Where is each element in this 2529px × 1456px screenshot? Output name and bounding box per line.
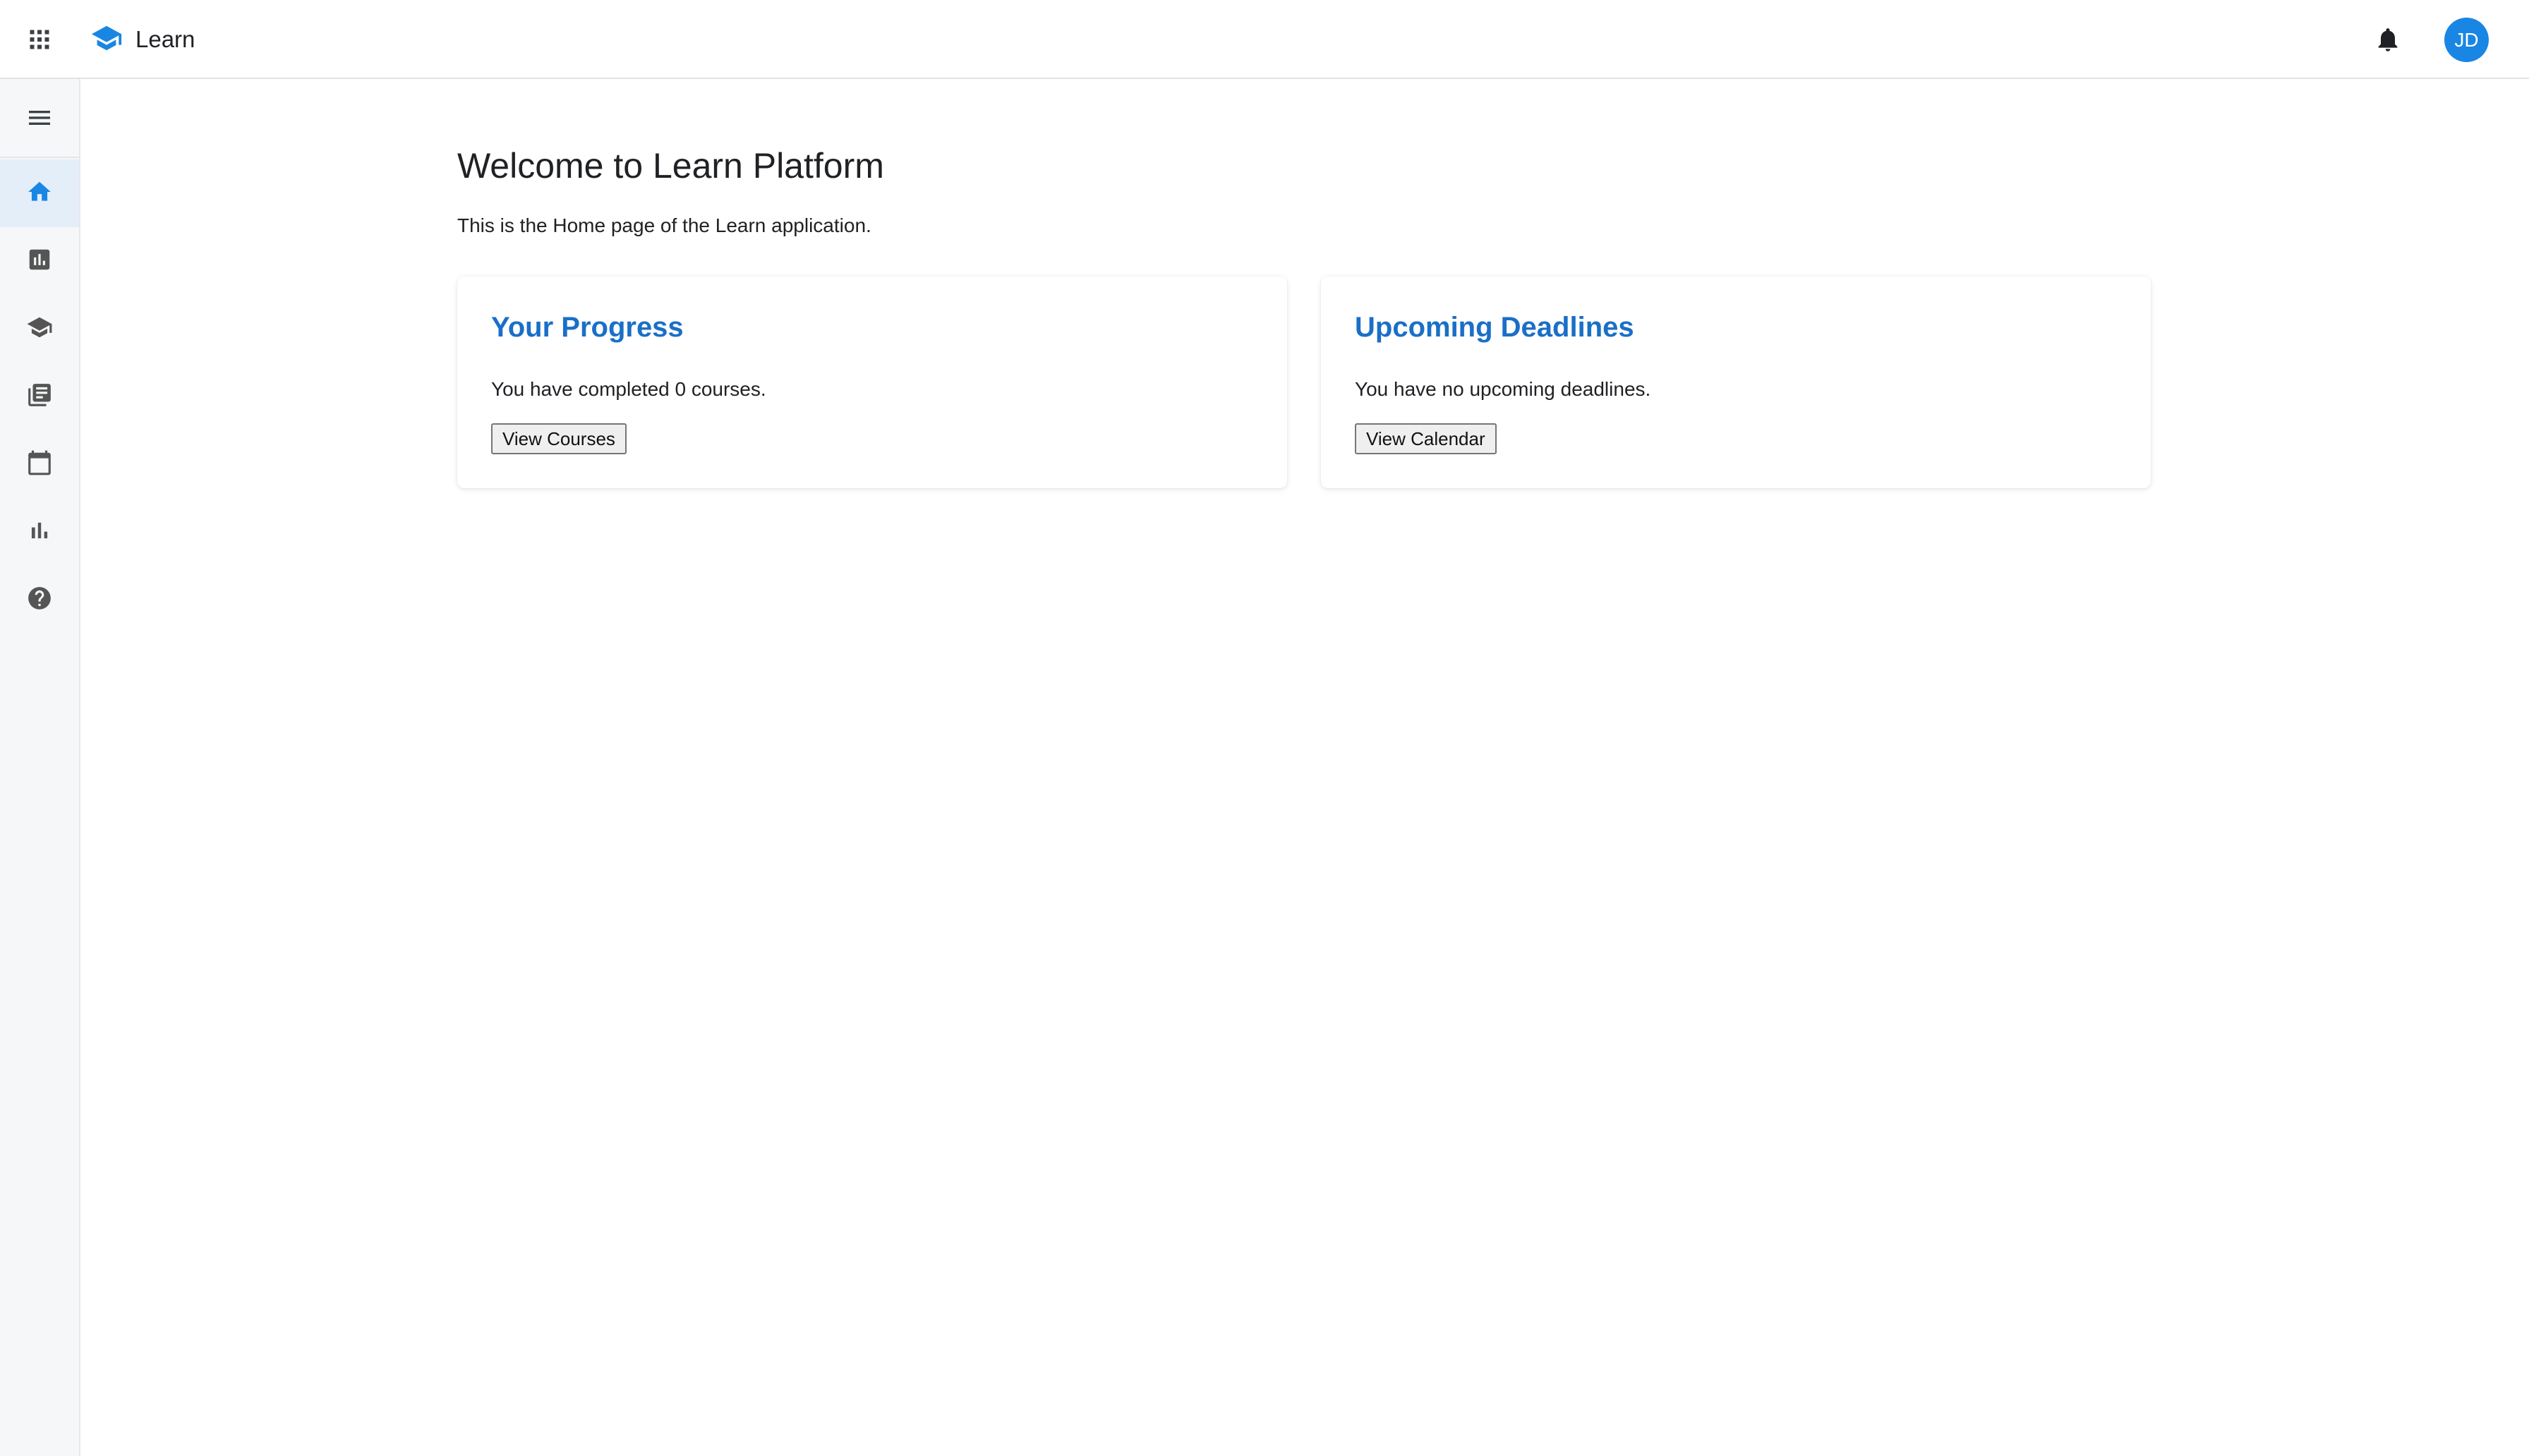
top-bar: Learn JD	[0, 0, 2529, 79]
page-subtitle: This is the Home page of the Learn appli…	[457, 214, 871, 236]
sidebar-item-help[interactable]	[0, 566, 79, 633]
help-circle-icon	[26, 585, 53, 615]
calendar-icon	[26, 449, 53, 480]
graduation-cap-icon	[26, 314, 53, 344]
brand[interactable]: Learn	[90, 21, 195, 58]
card-text: You have completed 0 courses.	[491, 378, 766, 400]
bar-chart-icon	[26, 517, 53, 547]
sidebar-item-calendar[interactable]	[0, 430, 79, 498]
home-icon	[26, 178, 53, 209]
sidebar-item-courses[interactable]	[0, 295, 79, 363]
sidebar-item-reports[interactable]	[0, 498, 79, 566]
card-title: Upcoming Deadlines	[1355, 312, 1634, 343]
sidebar-item-home[interactable]	[0, 159, 79, 227]
apps-grid-icon[interactable]	[24, 24, 55, 55]
avatar[interactable]: JD	[2444, 18, 2489, 62]
page-title: Welcome to Learn Platform	[457, 146, 884, 186]
main-content: Welcome to Learn Platform This is the Ho…	[80, 79, 2529, 1456]
hamburger-menu-icon[interactable]	[0, 79, 79, 158]
sidebar-item-dashboard[interactable]	[0, 227, 79, 295]
app-title: Learn	[135, 26, 195, 52]
card-text: You have no upcoming deadlines.	[1355, 378, 1651, 400]
view-courses-button[interactable]: View Courses	[491, 423, 627, 454]
card-title: Your Progress	[491, 312, 684, 343]
progress-card: Your Progress You have completed 0 cours…	[457, 277, 1287, 488]
view-calendar-button[interactable]: View Calendar	[1355, 423, 1497, 454]
bar-chart-box-icon	[26, 246, 53, 277]
library-books-icon	[26, 382, 53, 412]
sidebar	[0, 79, 80, 1456]
bell-icon[interactable]	[2372, 24, 2403, 55]
sidebar-item-library[interactable]	[0, 363, 79, 430]
deadlines-card: Upcoming Deadlines You have no upcoming …	[1321, 277, 2151, 488]
graduation-cap-icon	[90, 22, 123, 58]
